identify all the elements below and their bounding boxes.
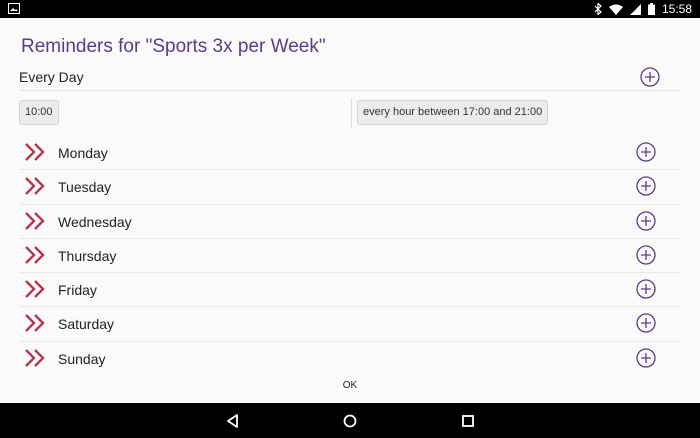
day-row-sunday[interactable]: Sunday bbox=[19, 342, 680, 376]
image-icon bbox=[8, 3, 20, 14]
day-label: Tuesday bbox=[58, 179, 112, 196]
navigation-bar bbox=[0, 403, 700, 438]
day-row-saturday[interactable]: Saturday bbox=[19, 307, 680, 342]
day-row-wednesday[interactable]: Wednesday bbox=[19, 205, 680, 239]
divider bbox=[351, 98, 352, 128]
wifi-icon bbox=[608, 4, 623, 15]
day-label: Thursday bbox=[58, 247, 117, 264]
home-icon[interactable] bbox=[341, 412, 359, 430]
add-reminder-icon[interactable] bbox=[636, 210, 656, 231]
day-label: Friday bbox=[58, 282, 97, 299]
expand-chevron-icon[interactable] bbox=[24, 279, 46, 299]
day-label: Wednesday bbox=[58, 213, 132, 230]
add-reminder-icon[interactable] bbox=[636, 313, 656, 334]
expand-chevron-icon[interactable] bbox=[24, 348, 46, 368]
expand-chevron-icon[interactable] bbox=[24, 142, 46, 162]
expand-chevron-icon[interactable] bbox=[24, 245, 46, 265]
day-label: Sunday bbox=[58, 350, 106, 367]
bluetooth-icon bbox=[594, 3, 602, 15]
ok-button[interactable]: OK bbox=[330, 377, 370, 395]
status-bar: 15:58 bbox=[0, 0, 700, 18]
every-day-row: Every Day bbox=[19, 67, 680, 91]
add-every-day-icon[interactable] bbox=[640, 67, 660, 87]
add-reminder-icon[interactable] bbox=[636, 142, 656, 162]
cellular-icon bbox=[629, 3, 641, 15]
day-row-monday[interactable]: Monday bbox=[19, 136, 680, 171]
day-label: Monday bbox=[58, 145, 108, 161]
day-row-tuesday[interactable]: Tuesday bbox=[19, 170, 680, 205]
recents-icon[interactable] bbox=[459, 412, 477, 430]
expand-chevron-icon[interactable] bbox=[24, 211, 46, 231]
day-list: Monday Tuesday Wednesday Thursday Friday… bbox=[19, 136, 680, 376]
status-time: 15:58 bbox=[661, 2, 692, 16]
day-row-thursday[interactable]: Thursday bbox=[19, 239, 680, 274]
day-label: Saturday bbox=[58, 316, 115, 333]
expand-chevron-icon[interactable] bbox=[24, 176, 46, 196]
day-row-friday[interactable]: Friday bbox=[19, 273, 680, 308]
reminders-dialog: Reminders for "Sports 3x per Week" Every… bbox=[0, 18, 700, 403]
reminder-chip-time[interactable]: 10:00 bbox=[19, 100, 59, 125]
battery-icon bbox=[647, 3, 655, 15]
back-icon[interactable] bbox=[224, 412, 242, 430]
add-reminder-icon[interactable] bbox=[636, 176, 656, 196]
expand-chevron-icon[interactable] bbox=[24, 313, 46, 333]
every-day-label: Every Day bbox=[19, 69, 84, 85]
status-icons: 15:58 bbox=[594, 0, 692, 18]
add-reminder-icon[interactable] bbox=[636, 348, 656, 368]
dialog-title: Reminders for "Sports 3x per Week" bbox=[21, 36, 326, 57]
reminder-chip-interval[interactable]: every hour between 17:00 and 21:00 bbox=[357, 100, 549, 125]
add-reminder-icon[interactable] bbox=[636, 279, 656, 299]
add-reminder-icon[interactable] bbox=[636, 245, 656, 265]
